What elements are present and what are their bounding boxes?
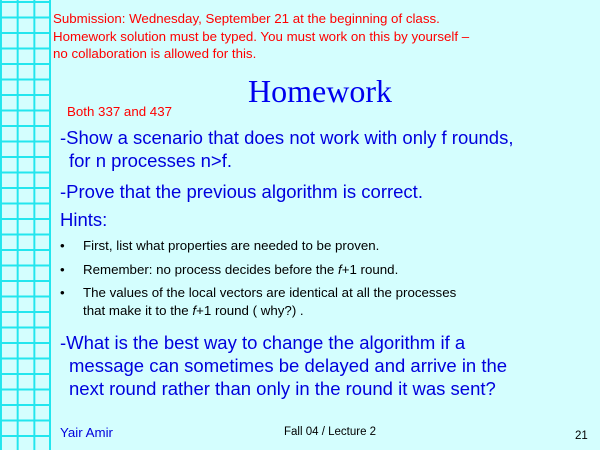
footer-author: Yair Amir [60,425,113,440]
item-line: message can sometimes be delayed and arr… [69,355,508,376]
decorative-grid [0,0,51,450]
item-line: -Show a scenario that does not work with… [60,127,514,148]
item-delayed-messages: -What is the best way to change the algo… [60,331,507,400]
note-line: no collaboration is allowed for this. [53,46,257,61]
item-line: -What is the best way to change the algo… [60,332,466,353]
audience-label: Both 337 and 437 [67,104,172,119]
item-line: for n processes n>f. [69,150,232,171]
hint-text: +1 round ( why?) . [196,302,304,318]
slide-number: 21 [575,430,588,442]
hint-text: that make it to the [83,302,193,318]
hint-text: First, list what properties are needed t… [83,238,380,253]
hint-item: The values of the local vectors are iden… [60,284,580,319]
hint-text: The values of the local vectors are iden… [83,285,457,300]
note-line: Submission: Wednesday, September 21 at t… [53,11,440,26]
hint-item: First, list what properties are needed t… [60,237,580,255]
hints-heading: Hints: [60,209,108,230]
item-prove: -Prove that the previous algorithm is co… [60,181,423,202]
hints-list: First, list what properties are needed t… [60,237,580,325]
submission-note: Submission: Wednesday, September 21 at t… [53,10,469,63]
note-line: Homework solution must be typed. You mus… [53,28,470,44]
item-line: next round rather than only in the round… [69,378,496,399]
footer-course: Fall 04 / Lecture 2 [284,426,377,438]
item-scenario: -Show a scenario that does not work with… [60,126,514,172]
hint-item: Remember: no process decides before the … [60,261,580,279]
hint-text: Remember: no process decides before the [83,261,338,277]
hint-text: +1 round. [341,261,399,277]
